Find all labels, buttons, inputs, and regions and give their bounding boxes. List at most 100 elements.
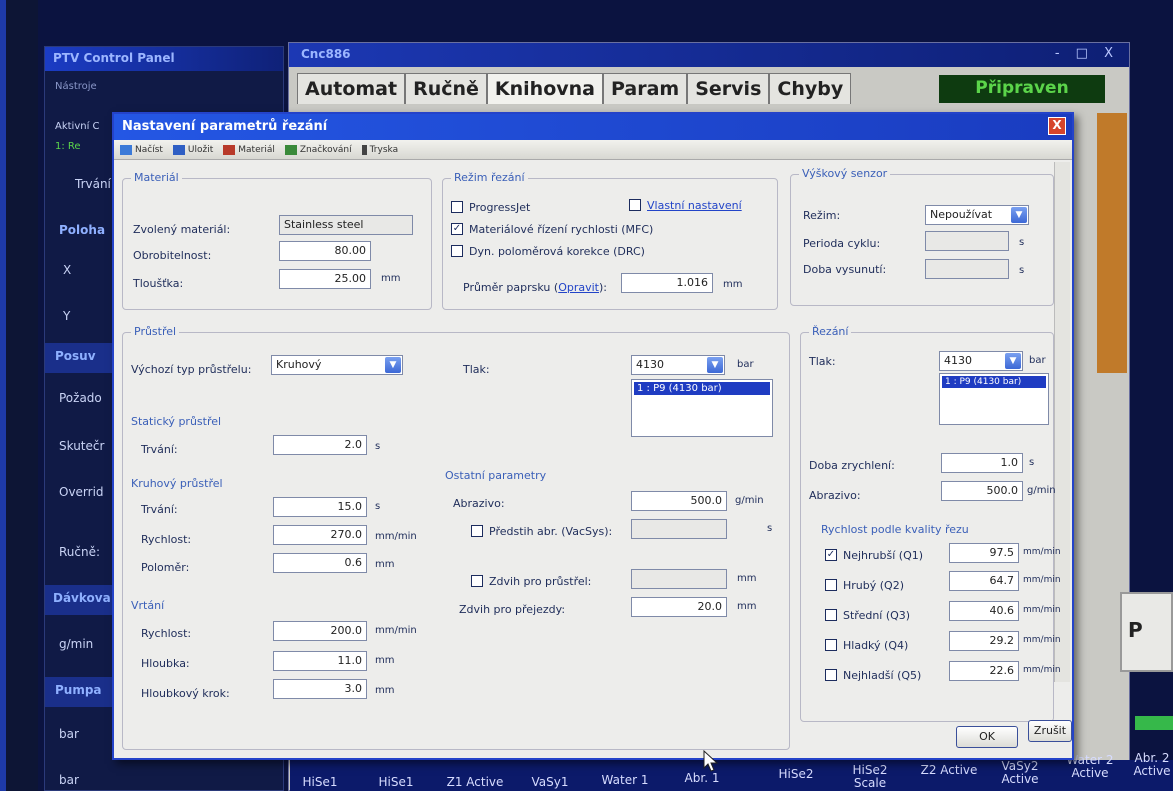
cycle-period-field[interactable]: [925, 231, 1009, 251]
traverse-lift-field[interactable]: 20.0: [631, 597, 727, 617]
disk-icon: [172, 144, 185, 155]
quality-q3-field[interactable]: 40.6: [949, 601, 1019, 621]
cnc-window-buttons[interactable]: - □ X: [1055, 46, 1119, 61]
drill-step-label: Hloubkový krok:: [141, 687, 230, 700]
cut-pressure-select[interactable]: 4130 ▼: [939, 351, 1023, 371]
quality-q1-checkbox[interactable]: ✓: [825, 549, 837, 561]
circular-radius-unit: mm: [375, 559, 395, 570]
pierce-type-value: Kruhový: [276, 358, 322, 371]
load-button[interactable]: Načíst: [120, 144, 163, 155]
cancel-button[interactable]: Zrušit: [1028, 720, 1072, 742]
list-item[interactable]: 1 : P9 (4130 bar): [634, 382, 770, 395]
cut-pressure-value: 4130: [944, 354, 972, 367]
chevron-down-icon: ▼: [707, 357, 723, 373]
status-vasy2: VaSy2 Active: [990, 760, 1050, 786]
nozzle-button[interactable]: Tryska: [361, 144, 398, 155]
quality-q5-unit: mm/min: [1023, 665, 1061, 675]
other-params-heading: Ostatní parametry: [445, 469, 547, 482]
circular-radius-field[interactable]: 0.6: [273, 553, 367, 573]
cut-abrasive-field[interactable]: 500.0: [941, 481, 1023, 501]
quality-q3-label: Střední (Q3): [843, 609, 911, 622]
thickness-field[interactable]: 25.00: [279, 269, 371, 289]
status-sub: Scale: [853, 776, 887, 790]
drill-step-field[interactable]: 3.0: [273, 679, 367, 699]
quality-q3-checkbox[interactable]: [825, 609, 837, 621]
quality-q4-checkbox[interactable]: [825, 639, 837, 651]
drill-speed-field[interactable]: 200.0: [273, 621, 367, 641]
cut-pressure-list[interactable]: 1 : P9 (4130 bar): [939, 373, 1049, 425]
beam-diameter-correct-link[interactable]: Opravit: [558, 281, 599, 294]
list-item[interactable]: 1 : P9 (4130 bar): [942, 376, 1046, 388]
status-label: HiSe2: [778, 767, 814, 781]
circular-speed-field[interactable]: 270.0: [273, 525, 367, 545]
material-field[interactable]: Stainless steel: [279, 215, 413, 235]
status-sub: Active: [1071, 766, 1109, 780]
quality-q1-field[interactable]: 97.5: [949, 543, 1019, 563]
quality-q4-field[interactable]: 29.2: [949, 631, 1019, 651]
extend-time-label: Doba vysunutí:: [803, 263, 887, 276]
circular-duration-field[interactable]: 15.0: [273, 497, 367, 517]
pierce-lift-field[interactable]: [631, 569, 727, 589]
drill-depth-unit: mm: [375, 655, 395, 666]
drc-checkbox[interactable]: [451, 245, 463, 257]
piercing-group: Průstřel Výchozí typ průstřelu: Kruhový ▼…: [122, 325, 790, 750]
ptv-nastroje[interactable]: Nástroje: [55, 81, 97, 92]
tab-param[interactable]: Param: [603, 73, 688, 104]
static-duration-field[interactable]: 2.0: [273, 435, 367, 455]
tab-rucne[interactable]: Ručně: [405, 73, 487, 104]
abrasive-advance-field[interactable]: [631, 519, 727, 539]
side-button[interactable]: P: [1120, 592, 1173, 672]
accel-time-field[interactable]: 1.0: [941, 453, 1023, 473]
material-icon: [223, 144, 236, 155]
marking-icon: [284, 144, 297, 155]
tab-servis[interactable]: Servis: [687, 73, 770, 104]
quality-q5-checkbox[interactable]: [825, 669, 837, 681]
pierce-pressure-select[interactable]: 4130 ▼: [631, 355, 725, 375]
status-vasy1: VaSy1: [520, 776, 580, 789]
pierce-abrasive-field[interactable]: 500.0: [631, 491, 727, 511]
close-icon[interactable]: X: [1048, 117, 1066, 135]
progressjet-checkbox[interactable]: [451, 201, 463, 213]
drill-step-unit: mm: [375, 685, 395, 696]
ok-button[interactable]: OK: [956, 726, 1018, 748]
save-button[interactable]: Uložit: [172, 144, 213, 155]
quality-q2-checkbox[interactable]: [825, 579, 837, 591]
cutting-mode-legend: Režim řezání: [451, 171, 528, 184]
folder-icon: [120, 144, 132, 155]
drill-speed-unit: mm/min: [375, 625, 417, 636]
status-abr2: Abr. 2 Active: [1130, 752, 1173, 778]
quality-q2-field[interactable]: 64.7: [949, 571, 1019, 591]
height-sensor-legend: Výškový senzor: [799, 167, 891, 180]
pierce-lift-label: Zdvih pro průstřel:: [489, 575, 592, 588]
machinability-label: Obrobitelnost:: [133, 249, 212, 262]
beam-diameter-field[interactable]: 1.016: [621, 273, 713, 293]
pierce-pressure-list[interactable]: 1 : P9 (4130 bar): [631, 379, 773, 437]
dialog-scrollbar[interactable]: [1054, 162, 1070, 682]
custom-settings-checkbox[interactable]: [629, 199, 641, 211]
quality-q2-unit: mm/min: [1023, 575, 1061, 585]
mfc-checkbox[interactable]: ✓: [451, 223, 463, 235]
status-label: VaSy1: [531, 775, 569, 789]
pierce-lift-checkbox[interactable]: [471, 575, 483, 587]
ptv-active-line: 1: Re: [55, 141, 81, 152]
drilling-heading: Vrtání: [131, 599, 165, 612]
sensor-mode-select[interactable]: Nepoužívat ▼: [925, 205, 1029, 225]
abrasive-advance-checkbox[interactable]: [471, 525, 483, 537]
extend-time-field[interactable]: [925, 259, 1009, 279]
tab-automat[interactable]: Automat: [297, 73, 406, 104]
tab-chyby[interactable]: Chyby: [769, 73, 852, 104]
status-water1: Water 1: [592, 774, 658, 787]
tab-knihovna[interactable]: Knihovna: [486, 73, 603, 104]
quality-q4-label: Hladký (Q4): [843, 639, 909, 652]
marking-button[interactable]: Značkování: [284, 144, 352, 155]
machinability-field[interactable]: 80.00: [279, 241, 371, 261]
material-button[interactable]: Materiál: [223, 144, 275, 155]
custom-settings-link[interactable]: Vlastní nastavení: [647, 199, 742, 212]
drill-depth-field[interactable]: 11.0: [273, 651, 367, 671]
abrasive-advance-unit: s: [767, 523, 773, 534]
quality-q5-field[interactable]: 22.6: [949, 661, 1019, 681]
circular-duration-label: Trvání:: [141, 503, 178, 516]
pierce-type-select[interactable]: Kruhový ▼: [271, 355, 403, 375]
material-label: Zvolený materiál:: [133, 223, 231, 236]
ptv-overrid: Overrid: [59, 485, 104, 499]
